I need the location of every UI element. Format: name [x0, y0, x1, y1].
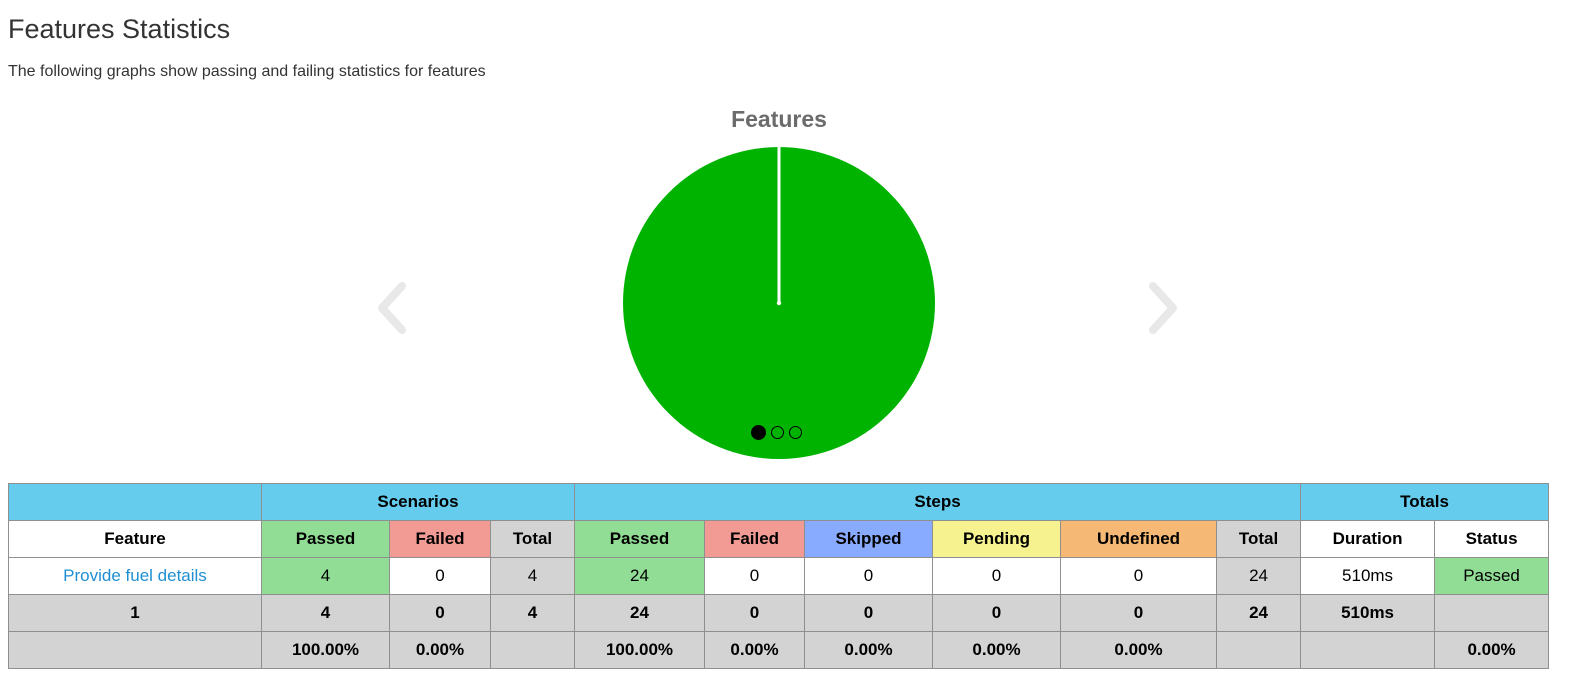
chevron-left-icon: [378, 282, 406, 334]
features-statistics-table: Scenarios Steps Totals Feature Passed Fa…: [8, 483, 1550, 669]
group-header-totals: Totals: [1300, 483, 1550, 521]
col-header-scenarios-total[interactable]: Total: [490, 520, 575, 558]
table-row: Provide fuel details 4 0 4 24 0 0 0 0 24…: [8, 557, 1550, 595]
col-header-steps-total[interactable]: Total: [1215, 520, 1302, 558]
cell-steps-skipped: 0: [804, 557, 933, 595]
col-header-steps-skipped[interactable]: Skipped: [804, 520, 933, 558]
totals-scenarios-failed: 0: [389, 594, 491, 632]
cell-steps-pending: 0: [932, 557, 1061, 595]
chart-title: Features: [731, 106, 827, 132]
cell-steps-failed: 0: [704, 557, 805, 595]
totals-status: [1434, 594, 1550, 632]
carousel-dot-2[interactable]: [771, 426, 784, 439]
feature-cell: Provide fuel details: [8, 557, 262, 595]
col-header-status[interactable]: Status: [1434, 520, 1550, 558]
group-header-steps: Steps: [573, 483, 1302, 521]
features-pie-chart: [623, 147, 935, 459]
cell-steps-total: 24: [1215, 557, 1302, 595]
col-header-steps-passed[interactable]: Passed: [574, 520, 705, 558]
percent-steps-skipped: 0.00%: [804, 631, 933, 669]
totals-row: 1 4 0 4 24 0 0 0 0 24 510ms: [8, 594, 1550, 632]
totals-steps-pending: 0: [932, 594, 1061, 632]
cell-status: Passed: [1434, 557, 1550, 595]
totals-steps-skipped: 0: [804, 594, 933, 632]
carousel-prev-button[interactable]: [372, 282, 412, 334]
percent-steps-total: [1215, 631, 1302, 669]
percent-steps-pending: 0.00%: [932, 631, 1061, 669]
group-header-scenarios: Scenarios: [261, 483, 575, 521]
percent-steps-passed: 100.00%: [574, 631, 705, 669]
percent-scenarios-passed: 100.00%: [261, 631, 390, 669]
carousel-next-button[interactable]: [1143, 282, 1183, 334]
percent-duration: [1300, 631, 1436, 669]
cell-scenarios-total: 4: [490, 557, 575, 595]
feature-link[interactable]: Provide fuel details: [63, 566, 207, 585]
col-header-scenarios-failed[interactable]: Failed: [389, 520, 491, 558]
percent-scenarios-failed: 0.00%: [389, 631, 491, 669]
totals-steps-total: 24: [1215, 594, 1302, 632]
percent-steps-undefined: 0.00%: [1060, 631, 1217, 669]
percent-status: 0.00%: [1434, 631, 1550, 669]
col-header-steps-failed[interactable]: Failed: [704, 520, 805, 558]
col-header-duration[interactable]: Duration: [1300, 520, 1436, 558]
cell-duration: 510ms: [1300, 557, 1436, 595]
carousel-dot-3[interactable]: [789, 426, 802, 439]
totals-duration: 510ms: [1300, 594, 1436, 632]
percent-feature: [8, 631, 262, 669]
carousel-dot-1[interactable]: [751, 425, 766, 440]
percent-steps-failed: 0.00%: [704, 631, 805, 669]
cell-steps-undefined: 0: [1060, 557, 1217, 595]
totals-scenarios-total: 4: [490, 594, 575, 632]
percent-scenarios-total: [490, 631, 575, 669]
totals-steps-undefined: 0: [1060, 594, 1217, 632]
page-subtitle: The following graphs show passing and fa…: [8, 63, 486, 80]
group-header-empty: [8, 483, 262, 521]
cell-scenarios-passed: 4: [261, 557, 390, 595]
col-header-steps-undefined[interactable]: Undefined: [1060, 520, 1217, 558]
chevron-right-icon: [1149, 282, 1177, 334]
carousel-indicators: [751, 425, 802, 440]
col-header-steps-pending[interactable]: Pending: [932, 520, 1061, 558]
group-header-row: Scenarios Steps Totals: [8, 483, 1550, 521]
totals-steps-failed: 0: [704, 594, 805, 632]
col-header-feature[interactable]: Feature: [8, 520, 262, 558]
cell-steps-passed: 24: [574, 557, 705, 595]
column-header-row: Feature Passed Failed Total Passed Faile…: [8, 520, 1550, 558]
cell-scenarios-failed: 0: [389, 557, 491, 595]
pie-center-point: [776, 300, 782, 306]
totals-steps-passed: 24: [574, 594, 705, 632]
totals-feature-count: 1: [8, 594, 262, 632]
totals-scenarios-passed: 4: [261, 594, 390, 632]
percent-row: 100.00% 0.00% 100.00% 0.00% 0.00% 0.00% …: [8, 631, 1550, 669]
page-title: Features Statistics: [8, 14, 231, 44]
col-header-scenarios-passed[interactable]: Passed: [261, 520, 390, 558]
